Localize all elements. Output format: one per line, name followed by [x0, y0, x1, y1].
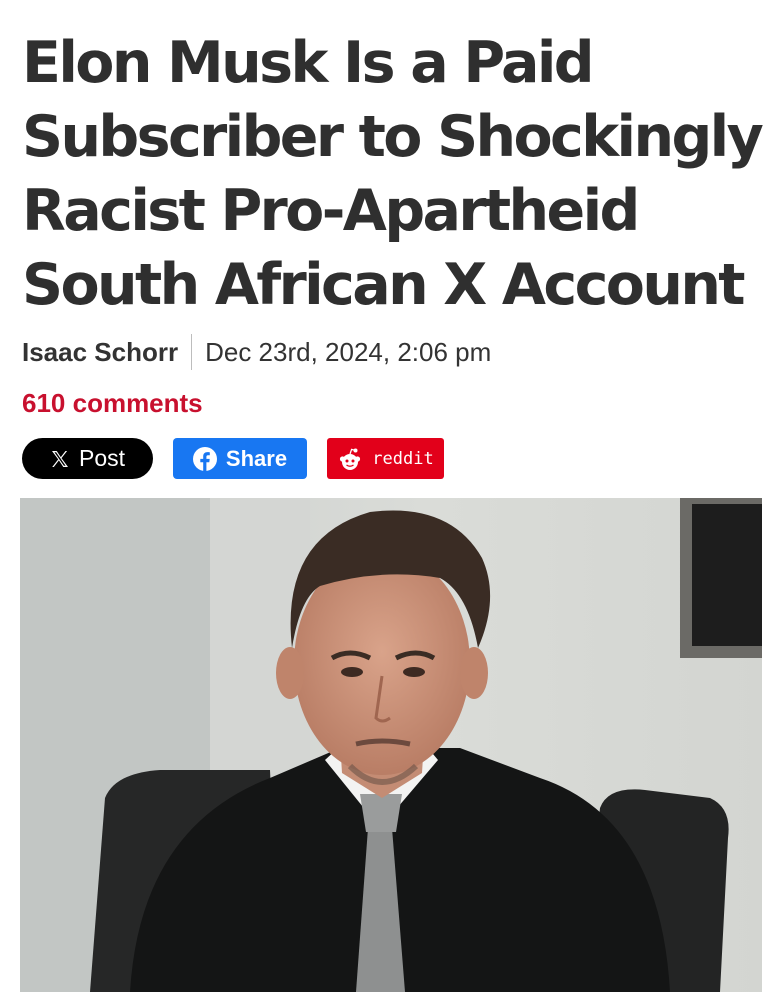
reddit-share-label: reddit	[372, 448, 434, 469]
facebook-share-button[interactable]: Share	[173, 438, 307, 479]
x-post-label: Post	[78, 445, 126, 471]
facebook-logo-icon	[192, 446, 217, 471]
x-logo-icon	[50, 449, 70, 469]
reddit-share-button[interactable]: reddit	[327, 438, 444, 479]
reddit-alien-icon	[337, 447, 363, 471]
facebook-share-label: Share	[225, 445, 288, 471]
comments-link[interactable]: 610 comments	[22, 388, 203, 419]
author-link[interactable]: Isaac Schorr	[22, 337, 178, 368]
byline: Isaac Schorr Dec 23rd, 2024, 2:06 pm	[22, 334, 491, 370]
article-photo	[20, 498, 762, 992]
article-headline: Elon Musk Is a Paid Subscriber to Shocki…	[22, 30, 764, 318]
x-post-button[interactable]: Post	[22, 438, 153, 479]
byline-divider	[191, 334, 193, 370]
publish-date: Dec 23rd, 2024, 2:06 pm	[205, 336, 492, 367]
